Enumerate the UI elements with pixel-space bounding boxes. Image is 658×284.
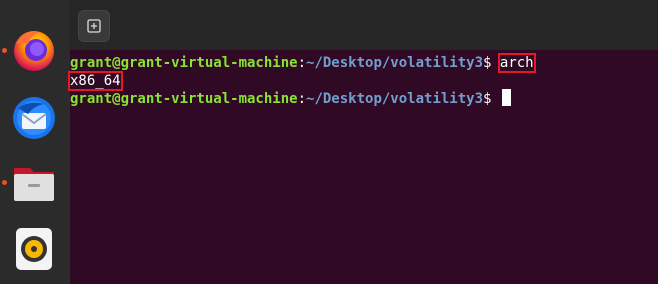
new-tab-button[interactable] <box>78 10 110 42</box>
terminal-line-2: x86_64 <box>68 71 123 91</box>
firefox-icon[interactable] <box>10 26 58 74</box>
prompt-symbol: $ <box>483 55 500 71</box>
command-text: arch <box>497 53 536 73</box>
rhythmbox-icon[interactable] <box>10 224 58 272</box>
prompt-path: ~/Desktop/volatility3 <box>306 91 484 107</box>
files-icon[interactable] <box>10 158 58 206</box>
thunderbird-icon[interactable] <box>10 94 58 142</box>
running-indicator <box>2 48 7 53</box>
new-tab-icon <box>87 19 101 33</box>
terminal-line-1: grant@grant-virtual-machine:~/Desktop/vo… <box>70 53 536 73</box>
prompt-separator: : <box>297 55 307 71</box>
terminal-line-3: grant@grant-virtual-machine:~/Desktop/vo… <box>70 89 511 109</box>
prompt-symbol: $ <box>483 91 500 107</box>
command-output: x86_64 <box>68 71 123 91</box>
prompt-path: ~/Desktop/volatility3 <box>306 55 484 71</box>
text-cursor <box>501 89 511 106</box>
prompt-separator: : <box>297 91 307 107</box>
prompt-user-host: grant@grant-virtual-machine <box>70 55 298 71</box>
terminal-output[interactable]: grant@grant-virtual-machine:~/Desktop/vo… <box>68 50 658 284</box>
prompt-user-host: grant@grant-virtual-machine <box>70 91 298 107</box>
terminal-titlebar <box>70 0 658 50</box>
running-indicator <box>2 180 7 185</box>
dock <box>0 0 70 284</box>
